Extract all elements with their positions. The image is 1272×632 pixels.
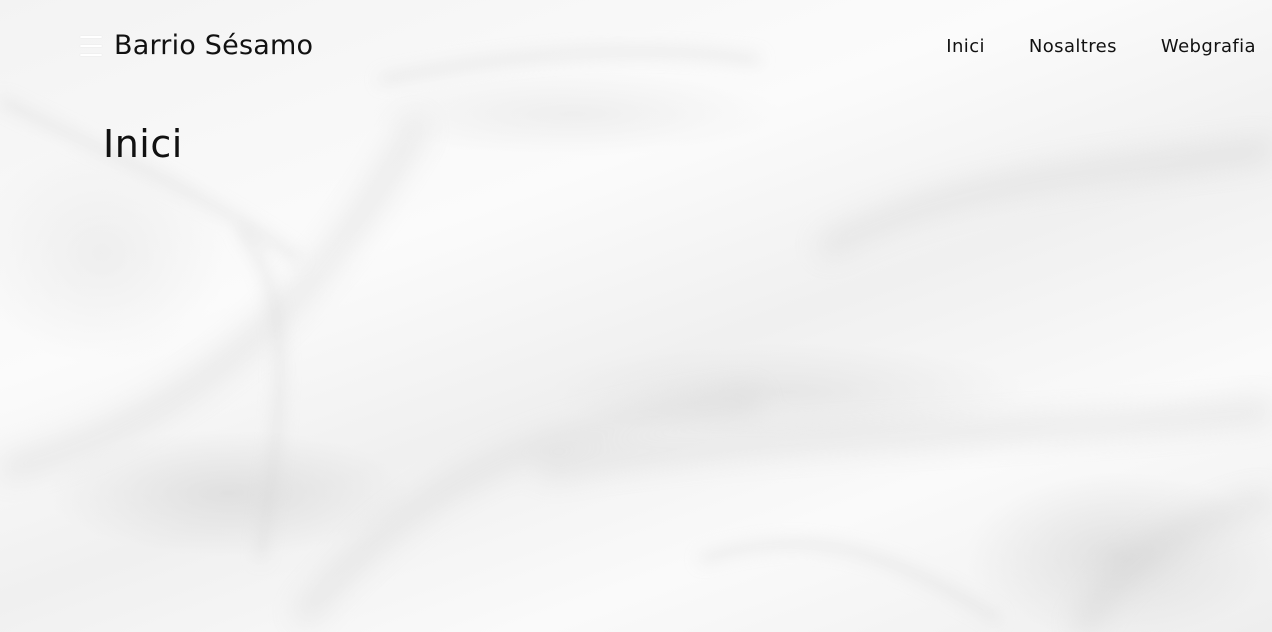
page-title: Inici: [103, 122, 183, 166]
menu-icon-bar: [80, 44, 102, 47]
nav-link-inici[interactable]: Inici: [946, 36, 985, 57]
nav-link-nosaltres[interactable]: Nosaltres: [1029, 36, 1117, 57]
site-header: Barrio Sésamo Inici Nosaltres Webgrafia: [0, 0, 1272, 96]
menu-icon-bar: [80, 35, 102, 38]
site-title[interactable]: Barrio Sésamo: [114, 30, 313, 61]
menu-icon-bar: [80, 53, 102, 56]
brand: Barrio Sésamo: [80, 30, 313, 61]
hamburger-menu-icon[interactable]: [80, 35, 102, 56]
main-nav: Inici Nosaltres Webgrafia: [946, 36, 1256, 57]
nav-link-webgrafia[interactable]: Webgrafia: [1161, 36, 1256, 57]
